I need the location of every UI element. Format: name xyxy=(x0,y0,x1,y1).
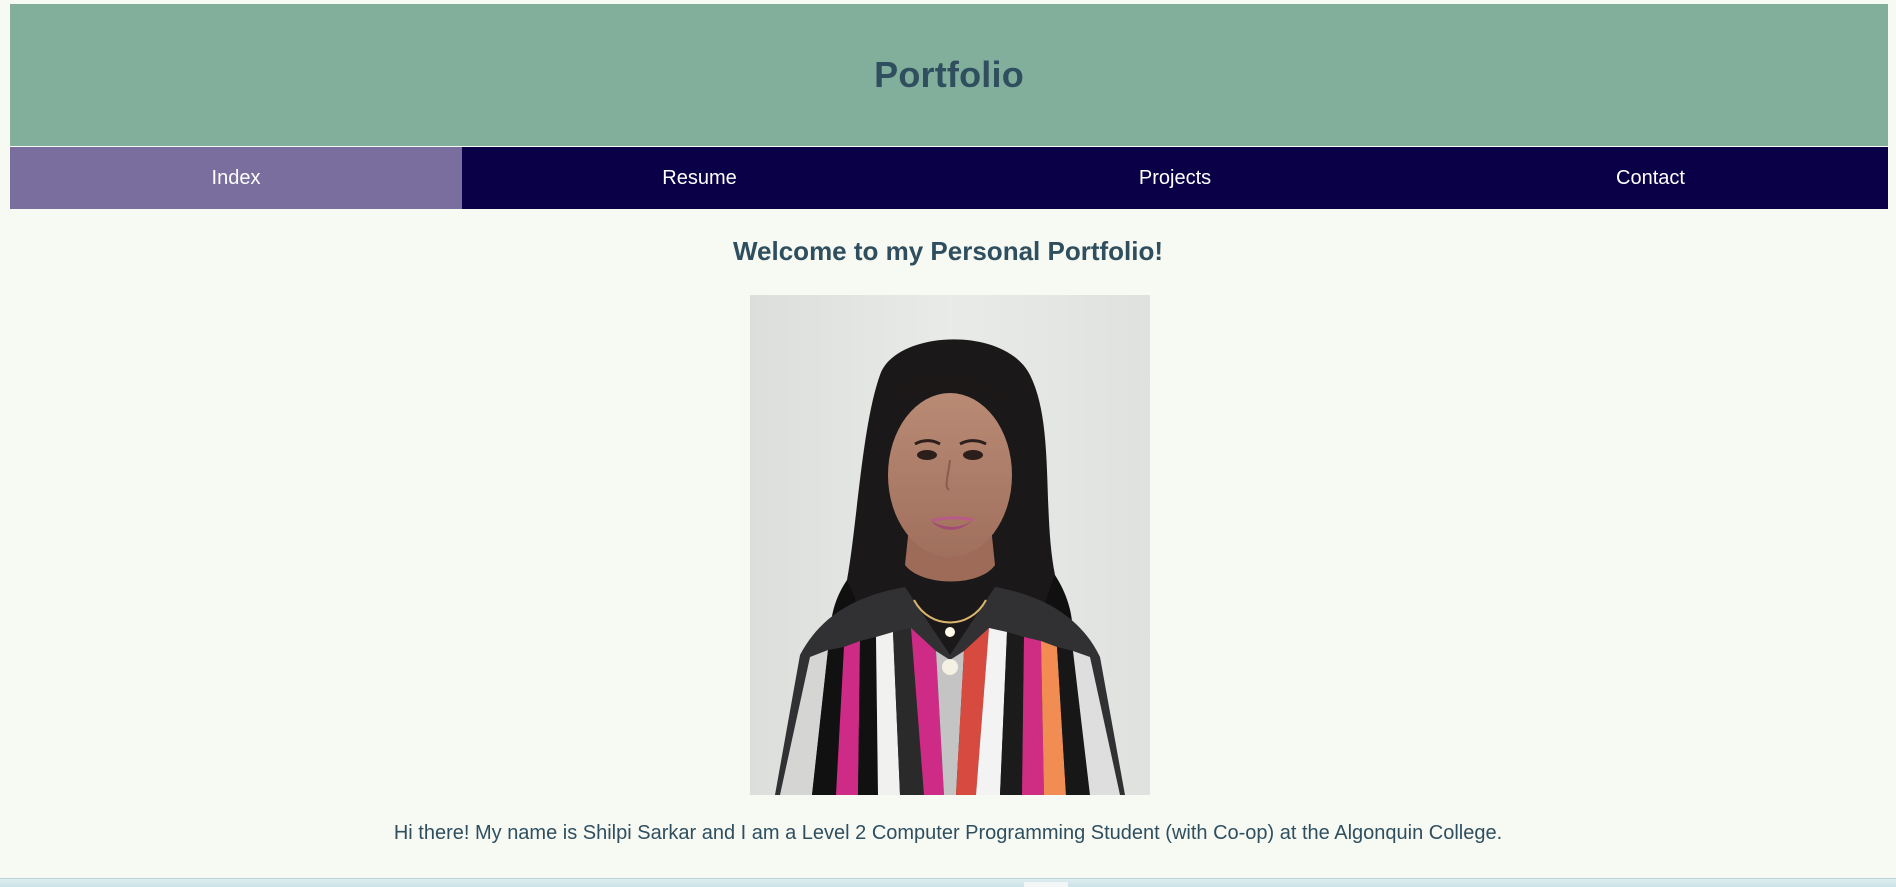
main-navigation: Index Resume Projects Contact xyxy=(10,147,1888,209)
site-title: Portfolio xyxy=(874,54,1024,95)
scrollbar-thumb[interactable] xyxy=(1024,882,1068,887)
welcome-heading: Welcome to my Personal Portfolio! xyxy=(732,236,1164,266)
portrait-photo-icon xyxy=(750,295,1150,795)
nav-item-contact[interactable]: Contact xyxy=(1413,147,1888,209)
horizontal-scrollbar[interactable] xyxy=(0,878,1896,887)
intro-text: Hi there! My name is Shilpi Sarkar and I… xyxy=(393,822,1503,844)
profile-photo xyxy=(750,295,1150,795)
portfolio-page: Portfolio Index Resume Projects Contact … xyxy=(0,0,1896,887)
nav-item-resume[interactable]: Resume xyxy=(462,147,937,209)
nav-item-projects[interactable]: Projects xyxy=(937,147,1413,209)
nav-item-index[interactable]: Index xyxy=(10,147,462,209)
site-header: Portfolio xyxy=(10,4,1888,146)
